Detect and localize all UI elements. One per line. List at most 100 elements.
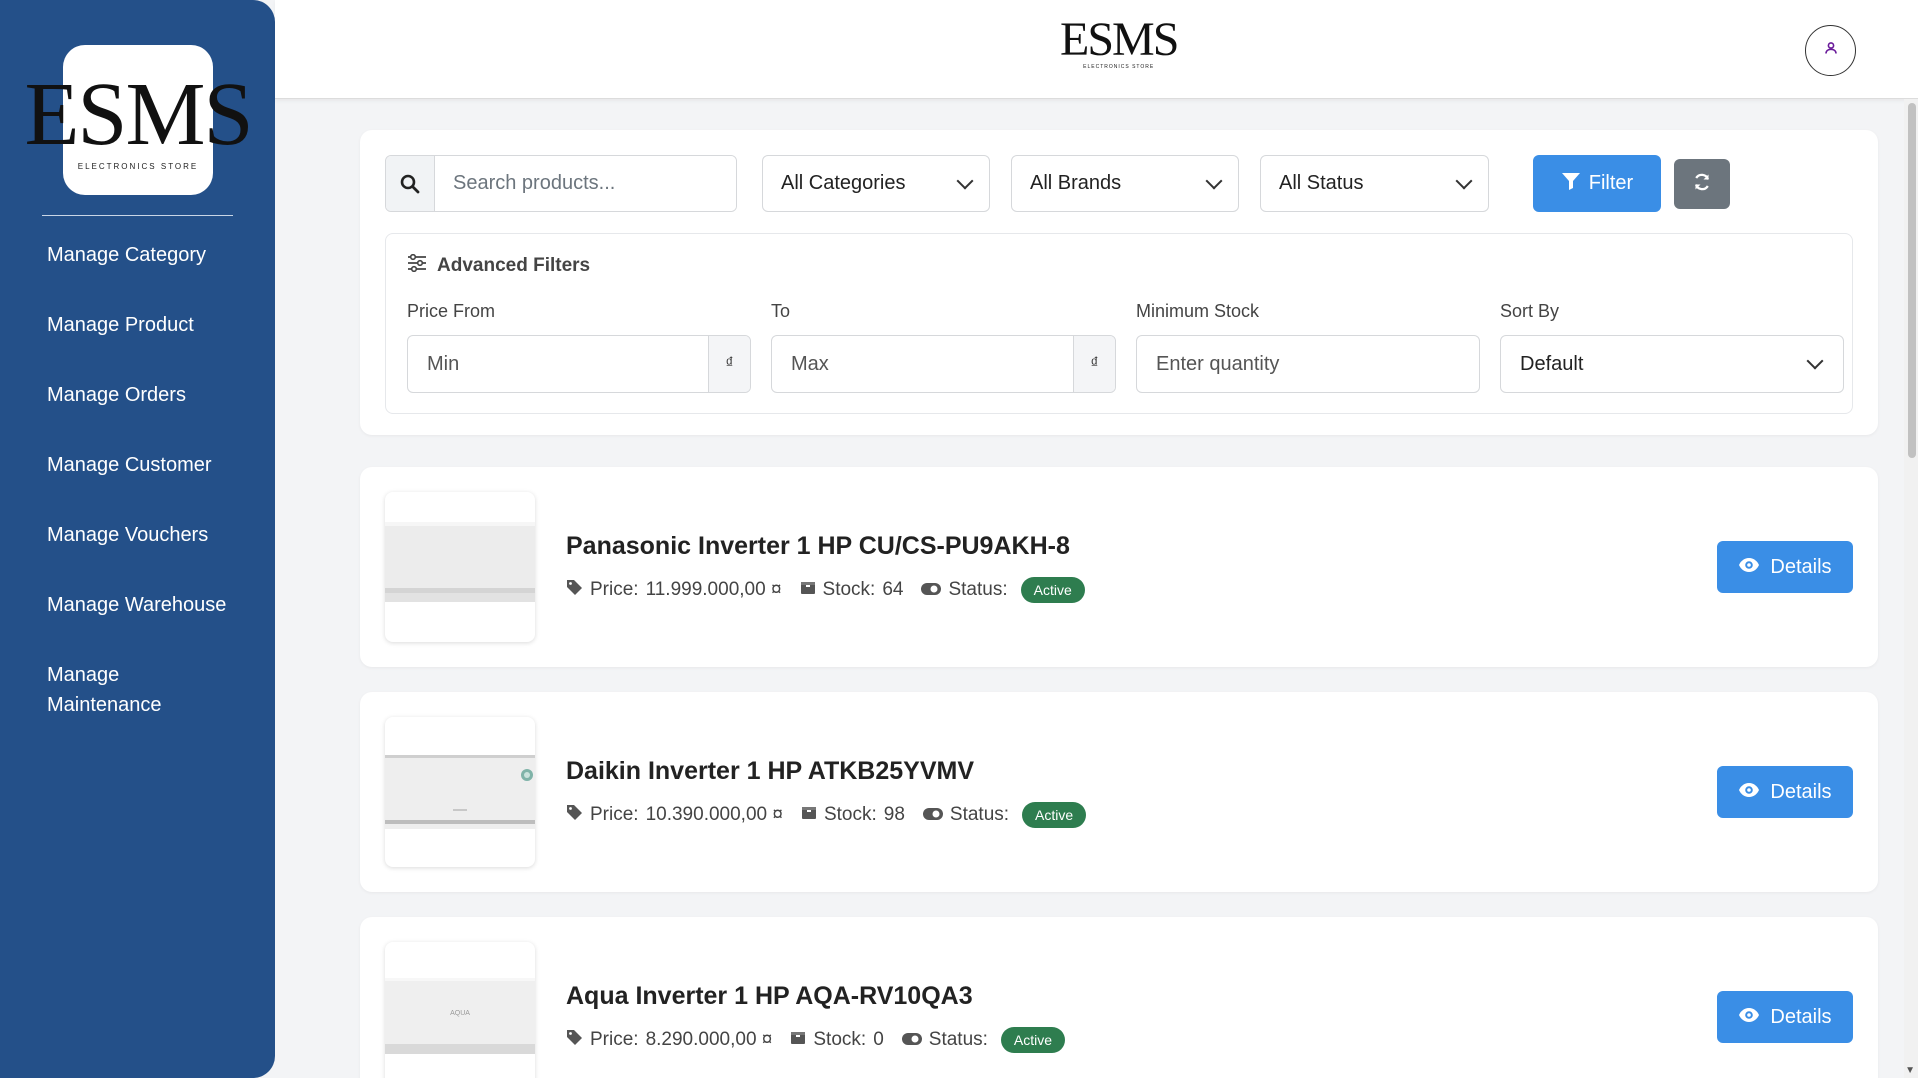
- tag-icon: [566, 804, 583, 827]
- stock-label: Stock:: [822, 579, 876, 600]
- filter-panel: All Categories All Brands All Status Fil…: [360, 130, 1878, 435]
- top-header: ESMS ELECTRONICS STORE: [275, 0, 1918, 99]
- price-from-field[interactable]: Min ₫: [407, 335, 751, 393]
- min-stock-field[interactable]: Enter quantity: [1136, 335, 1480, 393]
- status-info: Status: Active: [901, 1027, 1066, 1053]
- currency-suffix: ₫: [1073, 336, 1115, 392]
- details-button[interactable]: Details: [1717, 991, 1853, 1043]
- sidebar-item-maintenance[interactable]: Manage Maintenance: [47, 660, 197, 720]
- toggle-icon: [921, 579, 942, 601]
- box-icon: [790, 1029, 806, 1051]
- details-button-label: Details: [1770, 555, 1832, 578]
- eye-icon: [1738, 556, 1760, 579]
- sort-by-label: Sort By: [1500, 301, 1560, 321]
- status-select[interactable]: All Status: [1260, 155, 1489, 212]
- stock-value: 0: [873, 1029, 884, 1050]
- stock-info: Stock: 98: [801, 804, 905, 826]
- air-conditioner-image: AQUA: [385, 978, 535, 1054]
- advanced-filters-label: Advanced Filters: [437, 255, 591, 276]
- funnel-icon: [1561, 171, 1581, 197]
- price-to-placeholder: Max: [791, 352, 829, 375]
- logo-subtext: ELECTRONICS STORE: [77, 161, 199, 171]
- sidebar-item-customer[interactable]: Manage Customer: [47, 450, 257, 480]
- sidebar-item-warehouse[interactable]: Manage Warehouse: [47, 590, 257, 620]
- search-input[interactable]: [435, 156, 736, 211]
- chevron-down-icon: [1455, 172, 1473, 189]
- min-stock-placeholder: Enter quantity: [1156, 352, 1280, 375]
- price-label: Price:: [590, 804, 639, 825]
- sidebar-divider: [42, 215, 233, 216]
- product-card: AQUA Aqua Inverter 1 HP AQA-RV10QA3 Pric…: [360, 917, 1878, 1078]
- product-image[interactable]: AQUA: [385, 942, 535, 1078]
- status-badge: Active: [1020, 577, 1085, 603]
- sidebar-item-product[interactable]: Manage Product: [47, 310, 257, 340]
- box-icon: [801, 804, 817, 826]
- stock-value: 98: [883, 804, 905, 825]
- status-badge: Active: [1022, 802, 1087, 828]
- scroll-down-arrow-icon[interactable]: ▼: [1905, 1065, 1915, 1076]
- price-value: 8.290.000,00 ¤: [645, 1029, 773, 1050]
- tag-icon: [566, 579, 583, 602]
- eye-icon: [1738, 781, 1760, 804]
- user-menu-button[interactable]: [1805, 25, 1856, 76]
- sidebar-item-orders[interactable]: Manage Orders: [47, 380, 257, 410]
- sort-by-select[interactable]: Default: [1500, 335, 1844, 393]
- toggle-icon: [922, 804, 943, 826]
- stock-info: Stock: 0: [790, 1029, 884, 1051]
- advanced-filters-title: Advanced Filters: [407, 253, 591, 278]
- chevron-down-icon: [1806, 352, 1824, 370]
- status-label: Status:: [949, 804, 1010, 825]
- price-to-label: To: [771, 301, 791, 321]
- product-image[interactable]: [385, 492, 535, 642]
- sidebar-item-category[interactable]: Manage Category: [47, 240, 257, 270]
- sort-by-value: Default: [1520, 352, 1584, 375]
- product-image[interactable]: [385, 717, 535, 867]
- sidebar: ESMS ELECTRONICS STORE Manage Category M…: [0, 0, 275, 1078]
- air-conditioner-image: [385, 522, 535, 602]
- filter-button-label: Filter: [1588, 172, 1634, 194]
- category-select[interactable]: All Categories: [762, 155, 990, 212]
- price-info: Price: 10.390.000,00 ¤: [566, 804, 783, 827]
- eye-icon: [1738, 1006, 1760, 1029]
- stock-label: Stock:: [813, 1029, 867, 1050]
- product-meta: Price: 8.290.000,00 ¤ Stock: 0 Status: A…: [566, 1027, 1066, 1053]
- status-badge: Active: [1000, 1027, 1066, 1053]
- brand-select-value: All Brands: [1030, 172, 1122, 194]
- chevron-down-icon: [956, 172, 974, 189]
- chevron-down-icon: [1205, 172, 1223, 189]
- details-button[interactable]: Details: [1717, 541, 1853, 593]
- product-name: Panasonic Inverter 1 HP CU/CS-PU9AKH-8: [566, 532, 1070, 560]
- brand-logo: ESMS ELECTRONICS STORE: [24, 64, 253, 171]
- product-card: Daikin Inverter 1 HP ATKB25YVMV Price: 1…: [360, 692, 1878, 892]
- price-from-placeholder: Min: [427, 352, 460, 375]
- product-meta: Price: 10.390.000,00 ¤ Stock: 98 Status:…: [566, 802, 1087, 828]
- details-button-label: Details: [1770, 1005, 1832, 1028]
- stock-info: Stock: 64: [800, 579, 903, 601]
- status-info: Status: Active: [921, 577, 1085, 603]
- brand-mark: AQUA: [450, 1010, 470, 1017]
- price-to-field[interactable]: Max ₫: [771, 335, 1116, 393]
- reset-button[interactable]: [1674, 159, 1730, 209]
- logo-text: ESMS: [24, 64, 253, 164]
- brand-select[interactable]: All Brands: [1011, 155, 1239, 212]
- sidebar-item-vouchers[interactable]: Manage Vouchers: [47, 520, 257, 550]
- price-info: Price: 8.290.000,00 ¤: [566, 1029, 772, 1052]
- details-button[interactable]: Details: [1717, 766, 1853, 818]
- status-label: Status:: [928, 1029, 988, 1050]
- price-value: 10.390.000,00 ¤: [645, 804, 783, 825]
- filter-button[interactable]: Filter: [1533, 155, 1661, 212]
- logo-text: ESMS: [1060, 13, 1179, 66]
- advanced-filters: Advanced Filters Price From Min ₫ To Max…: [385, 233, 1853, 414]
- sidebar-logo[interactable]: ESMS ELECTRONICS STORE: [24, 45, 254, 195]
- toggle-icon: [901, 1029, 922, 1051]
- page-scrollbar[interactable]: ▼: [1904, 99, 1918, 1078]
- search-icon[interactable]: [386, 156, 435, 211]
- currency-suffix: ₫: [708, 336, 750, 392]
- header-logo[interactable]: ESMS ELECTRONICS STORE: [1060, 13, 1179, 71]
- sidebar-nav: Manage Category Manage Product Manage Or…: [47, 240, 257, 760]
- price-info: Price: 11.999.000,00 ¤: [566, 579, 782, 602]
- min-stock-label: Minimum Stock: [1136, 301, 1260, 321]
- scrollbar-thumb[interactable]: [1908, 103, 1916, 458]
- product-name: Aqua Inverter 1 HP AQA-RV10QA3: [566, 982, 973, 1010]
- price-label: Price:: [590, 579, 639, 600]
